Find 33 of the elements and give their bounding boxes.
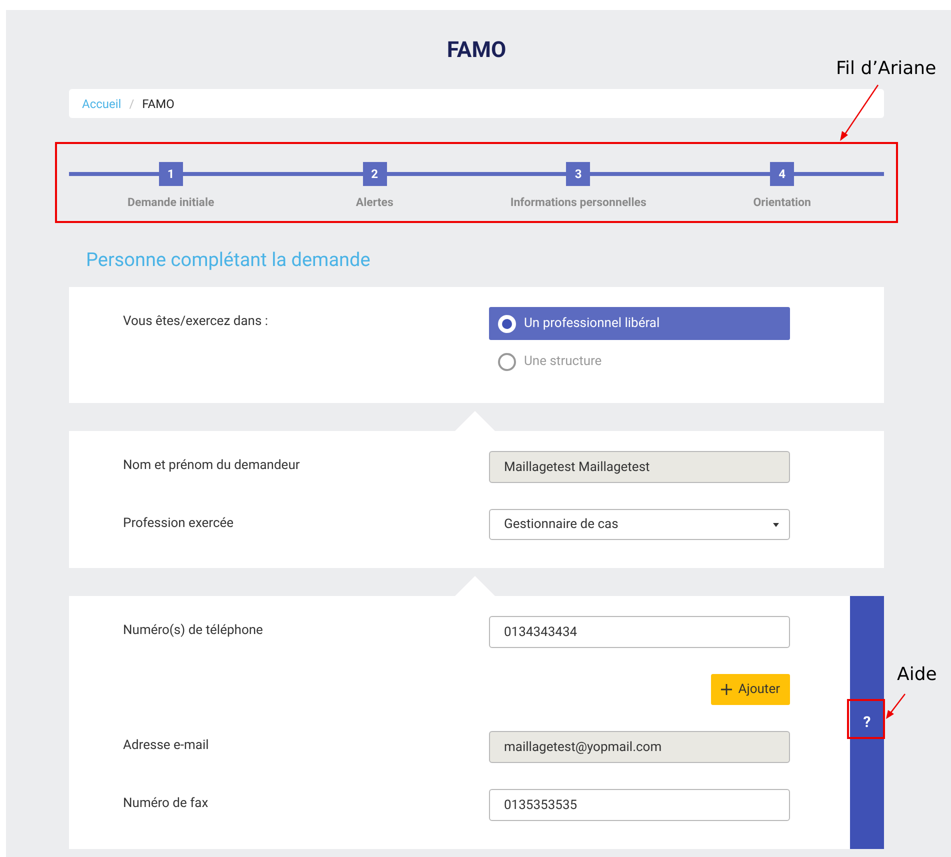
input-field[interactable]: Maillagetest Maillagetest — [489, 451, 790, 483]
step-label: Informations personnelles — [510, 194, 646, 211]
help-button[interactable]: ? — [852, 708, 882, 738]
radio-option[interactable]: Un professionnel libéral — [489, 307, 790, 340]
field-label: Nom et prénom du demandeur — [123, 458, 300, 473]
field-label: Profession exercée — [123, 516, 234, 531]
caret-icon — [773, 522, 779, 526]
breadcrumb-current: FAMO — [142, 96, 174, 112]
step-number[interactable]: 3 — [566, 162, 590, 186]
input-field[interactable]: maillagetest@yopmail.com — [489, 731, 790, 763]
field-label: Numéro de fax — [123, 796, 208, 811]
breadcrumb-separator: / — [129, 96, 134, 112]
select-field[interactable]: Gestionnaire de cas — [489, 509, 790, 540]
section-title: Personne complétant la demande — [86, 248, 370, 272]
step-number[interactable]: 1 — [158, 162, 183, 186]
step-label: Alertes — [356, 194, 394, 211]
add-button[interactable]: Ajouter — [711, 674, 790, 705]
step-label: Orientation — [753, 194, 811, 211]
page-title: FAMO — [446, 37, 506, 65]
field-label: Adresse e-mail — [123, 738, 209, 753]
input-field[interactable]: 0134343434 — [489, 616, 790, 648]
field-label: Vous êtes/exercez dans : — [123, 314, 268, 329]
field-label: Numéro(s) de téléphone — [123, 623, 263, 638]
input-field[interactable]: 0135353535 — [489, 789, 790, 821]
annotation-label: Fil d’Ariane — [836, 57, 936, 81]
step-number[interactable]: 2 — [362, 162, 387, 186]
annotation-label: Aide — [897, 663, 937, 687]
highlight-frame — [847, 699, 885, 739]
pointer-arrow — [840, 84, 879, 141]
pointer-arrow — [886, 694, 906, 719]
step-label: Demande initiale — [128, 194, 214, 211]
plus-icon — [721, 684, 732, 695]
step-number[interactable]: 4 — [770, 162, 794, 186]
